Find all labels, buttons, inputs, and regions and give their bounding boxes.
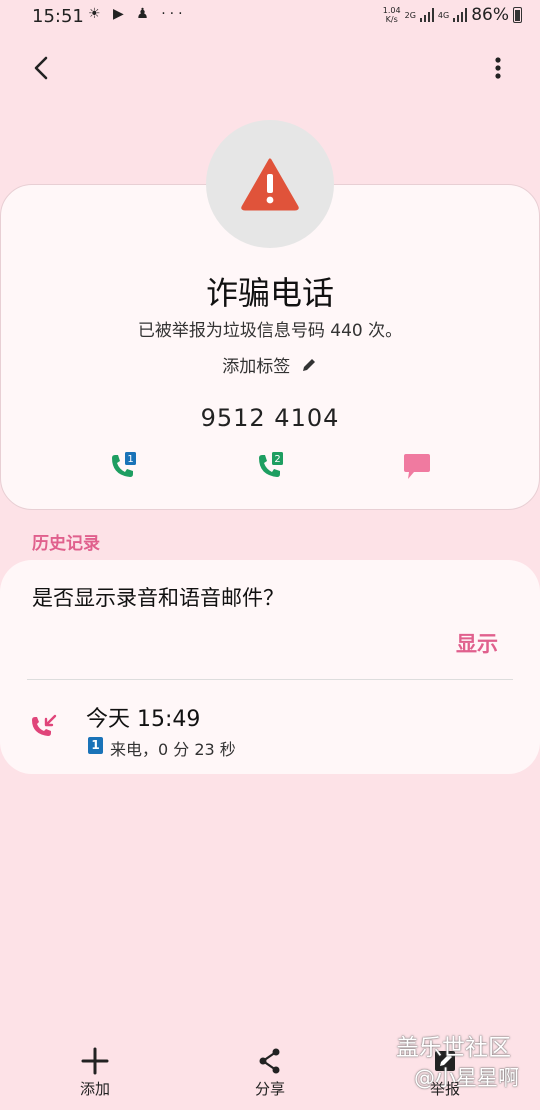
net-speed: 1.04 K/s — [383, 6, 401, 24]
edit-pencil-icon — [302, 359, 315, 371]
net-2g-label: 2G — [404, 10, 416, 20]
net-speed-value: 1.04 — [382, 6, 401, 15]
share-icon — [259, 1048, 280, 1074]
watermark-site: 盖乐世社区 — [396, 1035, 511, 1061]
battery-percent: 86% — [471, 5, 509, 25]
message-button[interactable] — [398, 450, 438, 486]
watermark-user: @小星星啊 — [414, 1066, 519, 1090]
status-bar: 15:51 ☀ ▶ ♟ ··· 1.04 K/s 2G 4G 86% — [0, 0, 540, 34]
add-contact-button[interactable]: 添加 — [40, 1046, 150, 1099]
message-icon — [404, 454, 430, 479]
back-button[interactable] — [26, 52, 58, 84]
add-label: 添加 — [79, 1080, 110, 1098]
history-section-title: 历史记录 — [32, 534, 100, 554]
net-4g-label: 4G — [437, 10, 450, 20]
call-log-time[interactable]: 今天 15:49 — [86, 701, 200, 733]
divider — [27, 679, 513, 680]
status-right-group: 1.04 K/s 2G 4G 86% — [383, 5, 522, 25]
call-log-detail: 来电，0 分 23 秒 — [110, 740, 236, 759]
call-sim2-button[interactable]: 2 — [253, 450, 293, 486]
sim1-label: 1 — [127, 454, 133, 465]
phone-sim1-icon: 1 — [112, 452, 136, 477]
phone-sim2-icon: 2 — [259, 452, 283, 477]
sim2-label: 2 — [274, 454, 280, 465]
contact-name: 诈骗电话 — [205, 274, 334, 312]
call-sim1-button[interactable]: 1 — [106, 450, 146, 486]
battery-icon — [513, 7, 522, 23]
more-vertical-icon — [495, 57, 501, 79]
chevron-left-icon — [34, 56, 48, 80]
plus-icon — [81, 1047, 109, 1075]
add-tag-label: 添加标签 — [222, 357, 291, 377]
spam-report-count: 已被举报为垃圾信息号码 440 次。 — [137, 321, 403, 341]
show-recordings-button[interactable]: 显示 — [456, 628, 498, 658]
warning-icon — [240, 156, 300, 212]
signal-icon — [419, 8, 434, 22]
share-label: 分享 — [254, 1080, 285, 1098]
status-time: 15:51 — [32, 6, 84, 27]
more-options-button[interactable] — [486, 52, 510, 84]
phone-number: 9512 4104 — [200, 404, 340, 432]
notification-icons: ☀ ▶ ♟ ··· — [88, 6, 187, 22]
add-tag-button[interactable]: 添加标签 — [0, 352, 540, 377]
recording-prompt: 是否显示录音和语音邮件？ — [32, 586, 284, 610]
signal-icon-2 — [453, 8, 468, 22]
incoming-call-icon — [30, 714, 58, 742]
share-button[interactable]: 分享 — [215, 1046, 325, 1099]
sim-badge: 1 — [88, 737, 103, 754]
net-speed-unit: K/s — [385, 15, 398, 24]
